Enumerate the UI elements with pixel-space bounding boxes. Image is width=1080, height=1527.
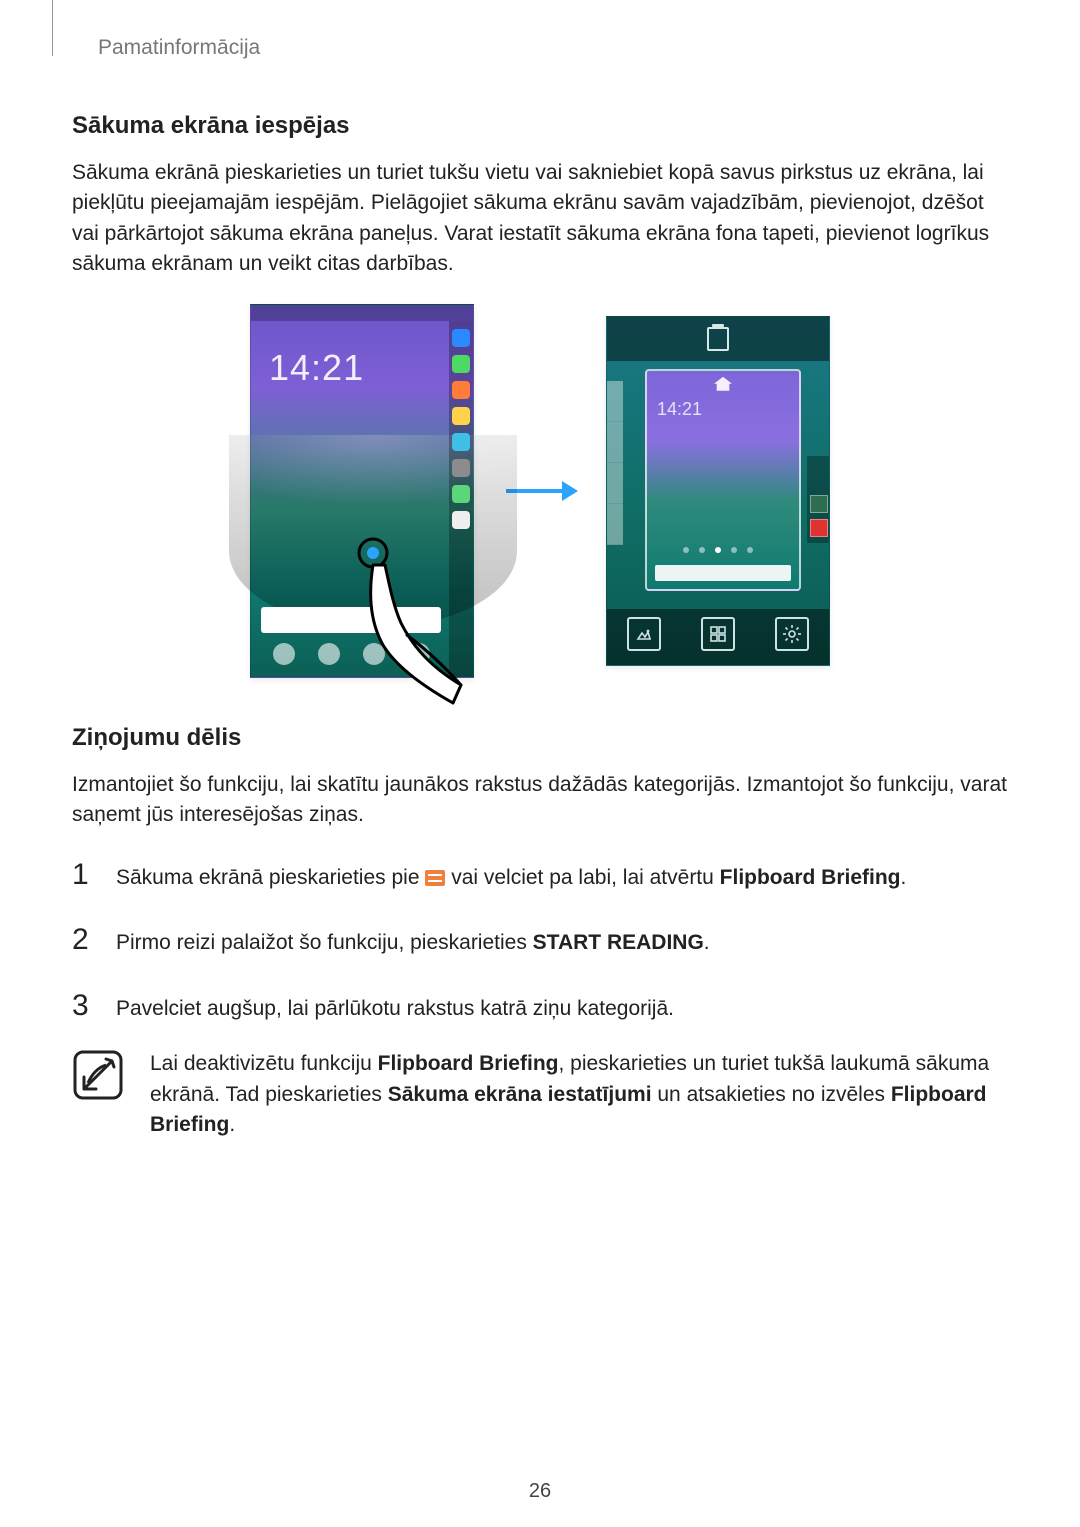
mail-icon (452, 407, 470, 425)
dock-icon (273, 643, 295, 665)
margin-rule (52, 0, 53, 56)
phone-clock: 14:21 (269, 347, 364, 389)
step-number: 2 (72, 918, 96, 962)
step-text: Pirmo reizi palaižot šo funkciju, pieska… (116, 928, 710, 958)
phone-after: 14:21 (606, 316, 830, 666)
overview-toolbar (607, 609, 829, 665)
forward-icon (452, 485, 470, 503)
text-fragment: vai velciet pa labi, lai atvērtu (451, 866, 719, 889)
note-row: Lai deaktivizētu funkciju Flipboard Brie… (72, 1049, 1008, 1140)
figure-home-options: 14:21 (72, 304, 1008, 678)
trash-icon (707, 327, 729, 351)
widgets-icon (701, 617, 735, 651)
wallpaper-icon (627, 617, 661, 651)
search-widget (261, 607, 441, 633)
top-bar (607, 317, 829, 361)
grid-icon (452, 511, 470, 529)
step-1: 1 Sākuma ekrānā pieskarieties pie vai ve… (72, 853, 1008, 897)
note-icon (72, 1049, 124, 1101)
camera-icon (452, 459, 470, 477)
step-number: 3 (72, 984, 96, 1028)
mini-clock: 14:21 (657, 399, 702, 420)
contact-icon (452, 381, 470, 399)
text-bold: Sākuma ekrāna iestatījumi (388, 1083, 652, 1106)
home-icon (714, 377, 732, 391)
edge-thumb (810, 519, 828, 537)
edge-thumb (810, 495, 828, 513)
step-number: 1 (72, 853, 96, 897)
mini-search (655, 565, 791, 581)
phone-before: 14:21 (250, 304, 474, 678)
text-fragment: Pirmo reizi palaižot šo funkciju, pieska… (116, 931, 533, 954)
star-icon (452, 329, 470, 347)
page-number: 26 (0, 1480, 1080, 1503)
note-text: Lai deaktivizētu funkciju Flipboard Brie… (150, 1049, 1008, 1140)
text-bold: START READING (533, 931, 704, 954)
flipboard-chip-icon (425, 870, 445, 886)
page-indicator (607, 547, 829, 559)
dock-icon (408, 643, 430, 665)
phone-icon (452, 355, 470, 373)
dock-icon (318, 643, 340, 665)
steps-list: 1 Sākuma ekrānā pieskarieties pie vai ve… (72, 853, 1008, 1028)
side-panel-preview (607, 381, 623, 545)
panels-overview: 14:21 (607, 361, 829, 605)
section-body-home-options: Sākuma ekrānā pieskarieties un turiet tu… (72, 158, 1008, 280)
text-bold: Flipboard Briefing (378, 1052, 559, 1075)
step-3: 3 Pavelciet augšup, lai pārlūkotu rakstu… (72, 984, 1008, 1028)
text-fragment: un atsakieties no izvēles (652, 1083, 891, 1106)
text-bold: Flipboard Briefing (720, 866, 901, 889)
settings-icon (775, 617, 809, 651)
step-2: 2 Pirmo reizi palaižot šo funkciju, pies… (72, 918, 1008, 962)
section-body-news: Izmantojiet šo funkciju, lai skatītu jau… (72, 770, 1008, 831)
breadcrumb: Pamatinformācija (98, 36, 1008, 60)
globe-icon (452, 433, 470, 451)
text-fragment: . (229, 1113, 235, 1136)
section-heading-news: Ziņojumu dēlis (72, 724, 1008, 752)
edge-panel (449, 321, 473, 677)
step-text: Pavelciet augšup, lai pārlūkotu rakstus … (116, 994, 674, 1024)
section-heading-home-options: Sākuma ekrāna iespējas (72, 112, 1008, 140)
step-text: Sākuma ekrānā pieskarieties pie vai velc… (116, 863, 906, 893)
status-bar (251, 305, 473, 321)
wallpaper-wave (229, 435, 518, 628)
text-fragment: Sākuma ekrānā pieskarieties pie (116, 866, 425, 889)
text-fragment: . (704, 931, 710, 954)
document-page: Pamatinformācija Sākuma ekrāna iespējas … (0, 0, 1080, 1527)
text-fragment: . (900, 866, 906, 889)
dock-row (261, 643, 441, 669)
text-fragment: Lai deaktivizētu funkciju (150, 1052, 378, 1075)
dock-icon (363, 643, 385, 665)
edge-preview (807, 456, 829, 543)
